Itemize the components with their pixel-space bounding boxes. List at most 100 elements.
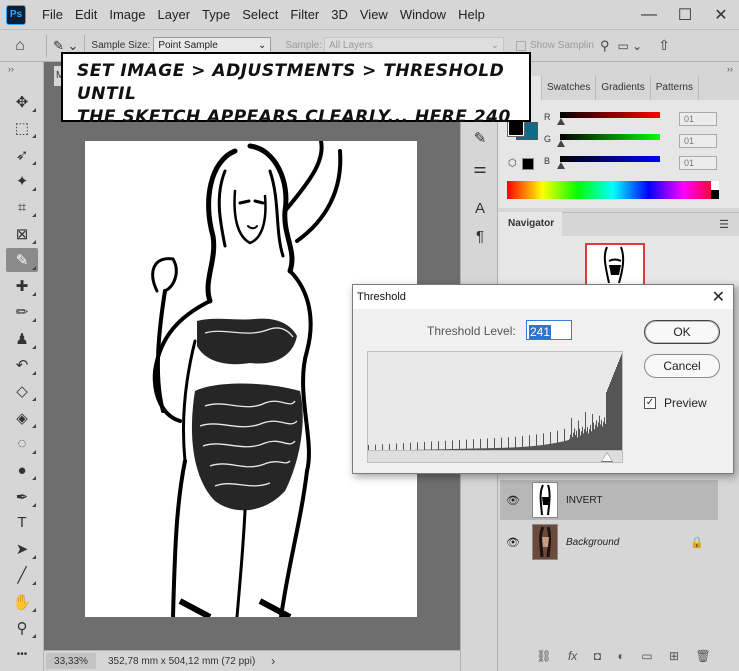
magic-wand-tool[interactable]: ✦ xyxy=(6,169,38,193)
cancel-button[interactable]: Cancel xyxy=(644,354,720,378)
histogram-bar xyxy=(580,435,581,450)
search-icon[interactable]: ⚲ xyxy=(600,38,610,54)
dodge-tool[interactable]: ● xyxy=(6,458,38,482)
color-cube-icon[interactable]: ⬡ xyxy=(508,158,517,169)
path-selection-tool[interactable]: ➤ xyxy=(6,537,38,561)
show-sampling-ring-checkbox[interactable] xyxy=(516,40,527,51)
brush-settings-icon[interactable]: ✎ xyxy=(466,126,494,150)
crop-tool[interactable]: ⌗ xyxy=(6,195,38,219)
type-tool[interactable]: T xyxy=(6,511,38,535)
zoom-tool[interactable]: ⚲ xyxy=(6,616,38,640)
clone-stamp-tool[interactable]: ♟ xyxy=(6,327,38,351)
blue-label: B xyxy=(544,156,551,166)
red-value[interactable]: 01 xyxy=(679,112,717,126)
blur-tool[interactable]: ◌ xyxy=(6,432,38,456)
history-brush-tool[interactable]: ↶ xyxy=(6,353,38,377)
dialog-titlebar[interactable]: Threshold ✕ xyxy=(353,285,733,309)
close-window-button[interactable]: ✕ xyxy=(703,5,739,25)
black-white-ramp[interactable] xyxy=(711,181,719,199)
menu-file[interactable]: File xyxy=(36,7,69,22)
move-tool[interactable]: ✥ xyxy=(6,90,38,114)
eraser-tool[interactable]: ◇ xyxy=(6,379,38,403)
foreground-black-swatch[interactable] xyxy=(522,158,534,170)
visibility-eye-icon[interactable]: 👁 xyxy=(500,536,526,549)
status-menu-arrow[interactable]: › xyxy=(271,654,275,668)
delete-layer-icon[interactable]: 🗑 xyxy=(696,649,711,663)
collapse-icon[interactable]: ›› xyxy=(8,64,14,74)
histogram-bar xyxy=(575,435,576,450)
visibility-eye-icon[interactable]: 👁 xyxy=(500,494,526,507)
menu-help[interactable]: Help xyxy=(452,7,491,22)
paint-bucket-tool[interactable]: ◈ xyxy=(6,406,38,430)
line-tool[interactable]: ╱ xyxy=(6,563,38,587)
preview-checkbox[interactable]: ✓ xyxy=(644,397,656,409)
hand-tool[interactable]: ✋ xyxy=(6,590,38,614)
green-value[interactable]: 01 xyxy=(679,134,717,148)
frame-tool[interactable]: ⊠ xyxy=(6,222,38,246)
collapse-icon[interactable]: ›› xyxy=(727,64,733,74)
blue-slider-thumb[interactable] xyxy=(557,162,565,169)
blue-value[interactable]: 01 xyxy=(679,156,717,170)
layer-name[interactable]: Background xyxy=(566,537,619,548)
home-icon[interactable]: ⌂ xyxy=(0,37,40,55)
histogram-bar xyxy=(616,367,617,450)
layer-mask-icon[interactable]: ◘ xyxy=(594,649,601,663)
layer-background[interactable]: 👁 Background 🔒 xyxy=(500,522,718,562)
ok-button[interactable]: OK xyxy=(644,320,720,344)
tool-group-indicator xyxy=(32,476,36,481)
close-icon[interactable]: ✕ xyxy=(712,287,725,307)
link-layers-icon[interactable]: ⛓ xyxy=(536,649,551,663)
menu-select[interactable]: Select xyxy=(236,7,284,22)
panel-menu-icon[interactable]: ☰ xyxy=(719,218,729,231)
menu-bar: Ps File Edit Image Layer Type Select Fil… xyxy=(0,0,739,30)
histogram-bar xyxy=(586,431,587,450)
threshold-slider-thumb[interactable] xyxy=(602,453,612,461)
marquee-tool[interactable]: ⬚ xyxy=(6,116,38,140)
tab-gradients[interactable]: Gradients xyxy=(596,76,651,100)
adjustments-icon[interactable]: ⚌ xyxy=(466,156,494,180)
menu-window[interactable]: Window xyxy=(394,7,452,22)
threshold-level-input[interactable]: 241 xyxy=(526,320,572,340)
red-slider-thumb[interactable] xyxy=(557,118,565,125)
menu-filter[interactable]: Filter xyxy=(284,7,325,22)
layer-invert[interactable]: 👁 INVERT xyxy=(500,480,718,520)
brush-tool[interactable]: ✏ xyxy=(6,300,38,324)
tab-navigator[interactable]: Navigator xyxy=(498,212,562,236)
red-slider[interactable] xyxy=(560,112,660,118)
lasso-tool[interactable]: ➶ xyxy=(6,143,38,167)
histogram-bar xyxy=(529,435,530,450)
menu-image[interactable]: Image xyxy=(103,7,151,22)
menu-view[interactable]: View xyxy=(354,7,394,22)
maximize-button[interactable]: ☐ xyxy=(667,5,703,25)
healing-brush-tool[interactable]: ✚ xyxy=(6,274,38,298)
histogram-slider-track[interactable] xyxy=(367,451,623,463)
blue-slider[interactable] xyxy=(560,156,660,162)
character-panel-icon[interactable]: A xyxy=(466,196,494,220)
menu-edit[interactable]: Edit xyxy=(69,7,103,22)
pen-tool[interactable]: ✒ xyxy=(6,485,38,509)
green-slider[interactable] xyxy=(560,134,660,140)
workspace-icon[interactable]: ▭ ⌄ xyxy=(617,39,642,53)
new-layer-icon[interactable]: ⊞ xyxy=(669,649,679,663)
lock-icon[interactable]: 🔒 xyxy=(690,536,704,549)
layer-style-icon[interactable]: fx xyxy=(568,649,577,663)
eyedropper-tool[interactable]: ✎ xyxy=(6,247,38,272)
color-spectrum[interactable] xyxy=(507,181,719,199)
green-slider-thumb[interactable] xyxy=(557,140,565,147)
share-icon[interactable]: ⇧ xyxy=(658,37,670,54)
navigator-preview[interactable] xyxy=(585,243,645,287)
menu-layer[interactable]: Layer xyxy=(152,7,197,22)
new-group-icon[interactable]: ▭ xyxy=(641,649,652,663)
minimize-button[interactable]: — xyxy=(631,6,667,24)
tool-group-indicator xyxy=(32,371,36,375)
zoom-level[interactable]: 33,33% xyxy=(46,653,96,669)
more-tools[interactable]: ••• xyxy=(6,642,38,666)
menu-3d[interactable]: 3D xyxy=(325,7,354,22)
preview-option[interactable]: ✓ Preview xyxy=(644,396,707,410)
tab-swatches[interactable]: Swatches xyxy=(542,76,597,100)
menu-type[interactable]: Type xyxy=(196,7,236,22)
paragraph-panel-icon[interactable]: ¶ xyxy=(466,224,494,248)
tab-patterns[interactable]: Patterns xyxy=(651,76,699,100)
layer-name[interactable]: INVERT xyxy=(566,495,603,506)
adjustment-layer-icon[interactable]: ◐ xyxy=(617,649,624,663)
